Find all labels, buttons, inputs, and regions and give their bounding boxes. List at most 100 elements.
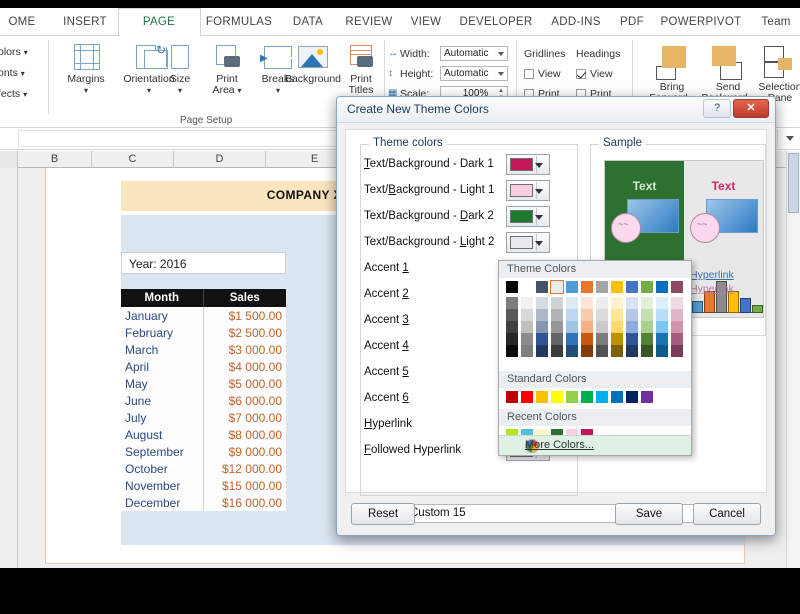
margins-caret-icon[interactable]: ▾ (55, 85, 117, 96)
color-picker-dropdown[interactable]: Theme Colors Standard Colors Recent Colo… (498, 260, 692, 456)
color-swatch[interactable] (641, 391, 653, 403)
chevron-down-icon[interactable] (535, 215, 543, 220)
more-colors-item[interactable]: More Colors... (499, 435, 691, 455)
color-swatch[interactable] (506, 309, 518, 321)
theme-effects-button[interactable]: fects ▾ (0, 88, 27, 100)
color-swatch[interactable] (536, 391, 548, 403)
color-swatch[interactable] (521, 345, 533, 357)
color-swatch[interactable] (536, 321, 548, 333)
size-caret-icon[interactable]: ▾ (155, 85, 205, 96)
size-button[interactable]: Size ▾ (155, 44, 205, 96)
chevron-down-icon[interactable] (535, 241, 543, 246)
chevron-down-icon[interactable] (535, 163, 543, 168)
color-swatch[interactable] (506, 391, 518, 403)
bring-forward-button[interactable]: Bring Forward ▾ (644, 44, 700, 104)
tab-pdf[interactable]: PDF (612, 8, 652, 36)
table-row[interactable]: July$7 000.00 (121, 409, 286, 426)
color-swatch[interactable] (596, 391, 608, 403)
color-swatch[interactable] (641, 281, 653, 293)
chevron-down-icon[interactable] (535, 189, 543, 194)
save-button[interactable]: Save (615, 503, 683, 525)
color-swatch[interactable] (626, 281, 638, 293)
corner-select-all[interactable] (0, 151, 18, 168)
breaks-caret-icon[interactable]: ▾ (250, 85, 306, 96)
color-swatch[interactable] (626, 333, 638, 345)
color-swatch[interactable] (671, 297, 683, 309)
scale-spinner-up-icon[interactable]: ▲ (498, 88, 504, 94)
table-row[interactable]: March$3 000.00 (121, 341, 286, 358)
color-swatch[interactable] (626, 345, 638, 357)
color-swatch[interactable] (611, 321, 623, 333)
color-swatch[interactable] (506, 321, 518, 333)
reset-button[interactable]: Reset (351, 503, 415, 525)
table-row[interactable]: November$15 000.00 (121, 477, 286, 494)
color-swatch[interactable] (671, 321, 683, 333)
color-swatch[interactable] (536, 281, 548, 293)
swatch-button-text-bg-light-2[interactable] (506, 232, 550, 253)
tab-view[interactable]: VIEW (402, 8, 450, 36)
headings-view-checkbox[interactable] (576, 69, 586, 79)
table-row[interactable]: February$2 500.00 (121, 324, 286, 341)
margins-button[interactable]: Margins ▾ (55, 44, 117, 96)
color-swatch[interactable] (611, 281, 623, 293)
color-swatch[interactable] (581, 391, 593, 403)
table-row[interactable]: January$1 500.00 (121, 307, 286, 324)
color-swatch[interactable] (596, 297, 608, 309)
color-swatch[interactable] (536, 345, 548, 357)
color-swatch[interactable] (521, 297, 533, 309)
tab-formulas[interactable]: FORMULAS (200, 8, 278, 36)
color-swatch[interactable] (626, 297, 638, 309)
swatch-button-text-bg-dark-1[interactable] (506, 154, 550, 175)
vertical-scrollbar[interactable] (786, 151, 800, 568)
color-swatch[interactable] (641, 309, 653, 321)
table-row[interactable]: December$16 000.00 (121, 494, 286, 511)
close-button[interactable]: ✕ (733, 99, 769, 118)
width-combobox[interactable]: Automatic (440, 46, 508, 61)
table-row[interactable]: October$12 000.00 (121, 460, 286, 477)
table-row[interactable]: June$6 000.00 (121, 392, 286, 409)
color-swatch[interactable] (521, 281, 533, 293)
color-swatch[interactable] (566, 297, 578, 309)
sales-table[interactable]: Month Sales January$1 500.00 February$2 … (121, 289, 286, 511)
year-cell[interactable]: Year: 2016 (121, 252, 286, 274)
color-swatch[interactable] (641, 321, 653, 333)
formula-bar-expand-icon[interactable] (786, 136, 794, 141)
color-swatch[interactable] (521, 309, 533, 321)
column-header-b[interactable]: B (18, 151, 92, 168)
color-swatch[interactable] (596, 309, 608, 321)
color-swatch[interactable] (596, 345, 608, 357)
color-swatch[interactable] (641, 345, 653, 357)
tab-team[interactable]: Team (750, 8, 800, 36)
theme-fonts-button[interactable]: onts ▾ (0, 67, 25, 79)
color-swatch[interactable] (566, 333, 578, 345)
color-swatch[interactable] (581, 321, 593, 333)
color-swatch[interactable] (656, 333, 668, 345)
color-swatch[interactable] (506, 281, 518, 293)
color-swatch[interactable] (551, 333, 563, 345)
tab-powerpivot[interactable]: POWERPIVOT (654, 8, 748, 36)
dialog-title-bar[interactable]: Create New Theme Colors ? ✕ (337, 97, 775, 123)
color-swatch[interactable] (521, 391, 533, 403)
help-button[interactable]: ? (703, 99, 731, 118)
color-swatch[interactable] (596, 321, 608, 333)
color-swatch[interactable] (611, 391, 623, 403)
color-swatch[interactable] (656, 321, 668, 333)
color-swatch[interactable] (641, 297, 653, 309)
tab-data[interactable]: DATA (282, 8, 334, 36)
tab-page-layout[interactable]: PAGE LAYOUT (118, 8, 200, 36)
color-swatch[interactable] (581, 309, 593, 321)
color-swatch[interactable] (536, 333, 548, 345)
color-swatch[interactable] (611, 345, 623, 357)
height-combobox[interactable]: Automatic (440, 66, 508, 81)
color-swatch[interactable] (581, 281, 593, 293)
color-swatch[interactable] (581, 345, 593, 357)
tab-review[interactable]: REVIEW (338, 8, 400, 36)
column-header-d[interactable]: D (174, 151, 266, 168)
tab-home[interactable]: OME (0, 8, 52, 36)
color-swatch[interactable] (566, 391, 578, 403)
gridlines-view-checkbox[interactable] (524, 69, 534, 79)
color-swatch[interactable] (566, 309, 578, 321)
swatch-button-text-bg-dark-2[interactable] (506, 206, 550, 227)
color-swatch[interactable] (551, 281, 563, 293)
vertical-scrollbar-thumb[interactable] (788, 153, 799, 213)
